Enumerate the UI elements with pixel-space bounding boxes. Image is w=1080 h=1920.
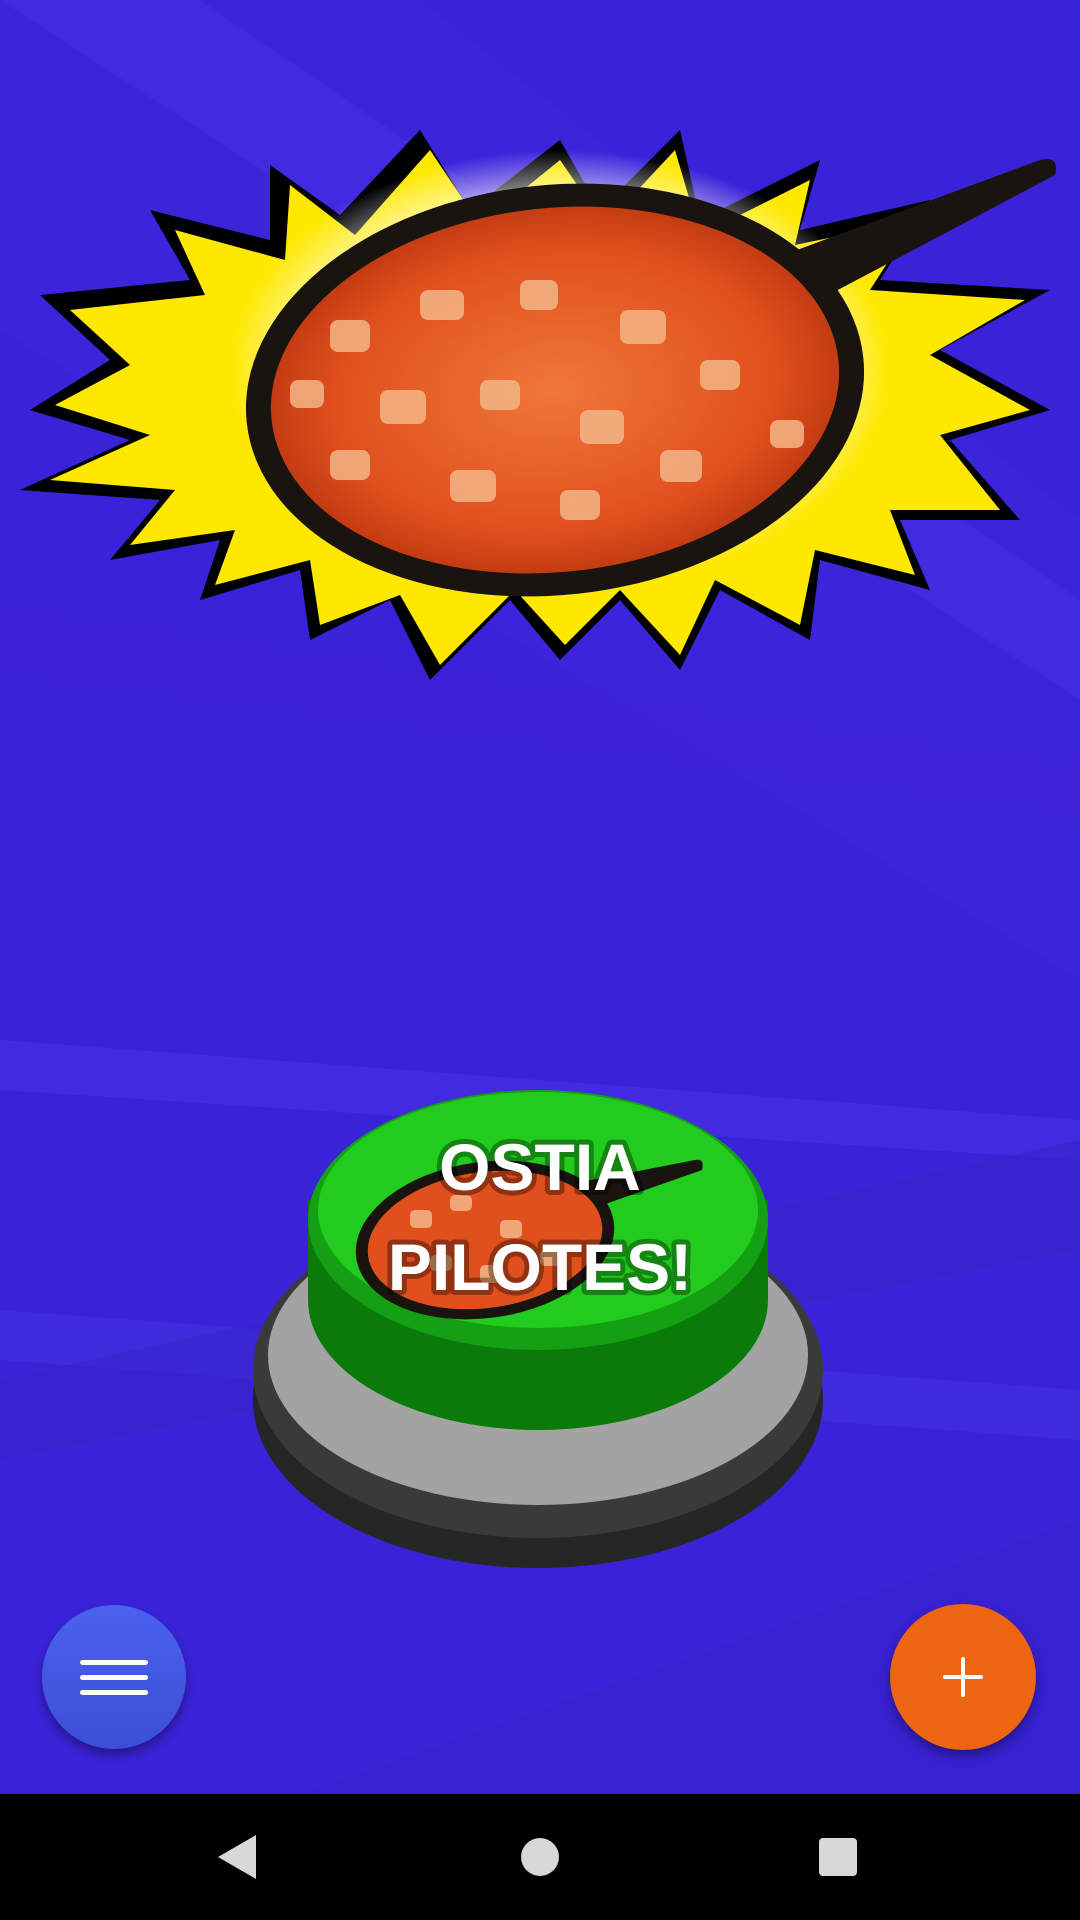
- sound-button-label-line2-text: PILOTES!: [388, 1230, 692, 1304]
- sound-button-label-line1-text: OSTIA: [439, 1130, 641, 1204]
- nav-recents-button[interactable]: [808, 1827, 868, 1887]
- home-circle-icon: [521, 1838, 559, 1876]
- sound-image-pan-burst: [20, 130, 1056, 680]
- ostia-pilotes-sound-button[interactable]: OSTIA OSTIA PILOTES! PILOTES!: [240, 1070, 840, 1590]
- menu-button[interactable]: [42, 1605, 186, 1749]
- hamburger-menu-icon: [80, 1650, 148, 1705]
- recents-square-icon: [819, 1838, 857, 1876]
- nav-home-button[interactable]: [510, 1827, 570, 1887]
- back-triangle-icon: [218, 1835, 256, 1879]
- nav-back-button[interactable]: [207, 1827, 267, 1887]
- system-navigation-bar: [0, 1794, 1080, 1920]
- add-button[interactable]: [890, 1604, 1036, 1750]
- plus-icon: [943, 1657, 983, 1697]
- sound-button-graphic: OSTIA OSTIA PILOTES! PILOTES!: [253, 1090, 823, 1568]
